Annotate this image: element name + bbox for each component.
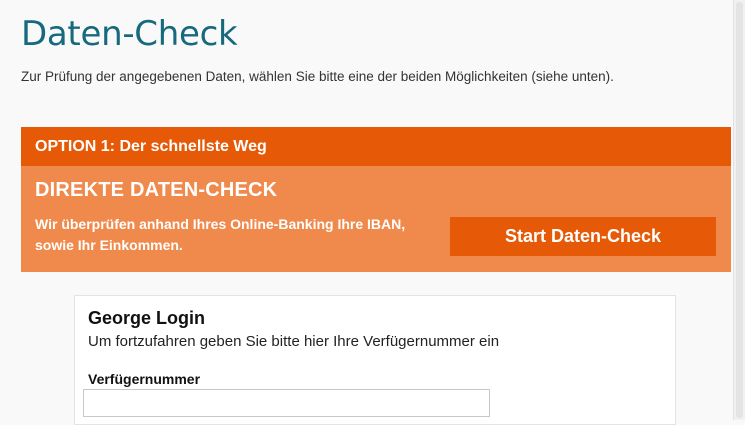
option-1-header: OPTION 1: Der schnellste Weg bbox=[21, 127, 731, 166]
login-title: George Login bbox=[88, 308, 205, 328]
option-1-box: OPTION 1: Der schnellste Weg DIREKTE DAT… bbox=[21, 127, 731, 272]
vertical-scrollbar[interactable] bbox=[733, 0, 745, 420]
option-1-body: DIREKTE DATEN-CHECK Wir überprüfen anhan… bbox=[21, 166, 731, 272]
intro-text: Zur Prüfung der angegebenen Daten, wähle… bbox=[21, 69, 614, 84]
verfuegernummer-input[interactable] bbox=[83, 389, 490, 417]
verfuegernummer-label: Verfügernummer bbox=[88, 371, 201, 387]
option-1-description: Wir überprüfen anhand Ihres Online-Banki… bbox=[35, 216, 406, 253]
scrollbar-thumb[interactable] bbox=[736, 2, 743, 418]
george-login-panel: George Login Um fortzufahren geben Sie b… bbox=[74, 295, 676, 425]
start-daten-check-button[interactable]: Start Daten-Check bbox=[450, 217, 716, 256]
page-title: Daten-Check bbox=[21, 14, 238, 54]
option-1-title: DIREKTE DATEN-CHECK bbox=[35, 179, 278, 201]
login-subtitle: Um fortzufahren geben Sie bitte hier Ihr… bbox=[88, 333, 500, 350]
